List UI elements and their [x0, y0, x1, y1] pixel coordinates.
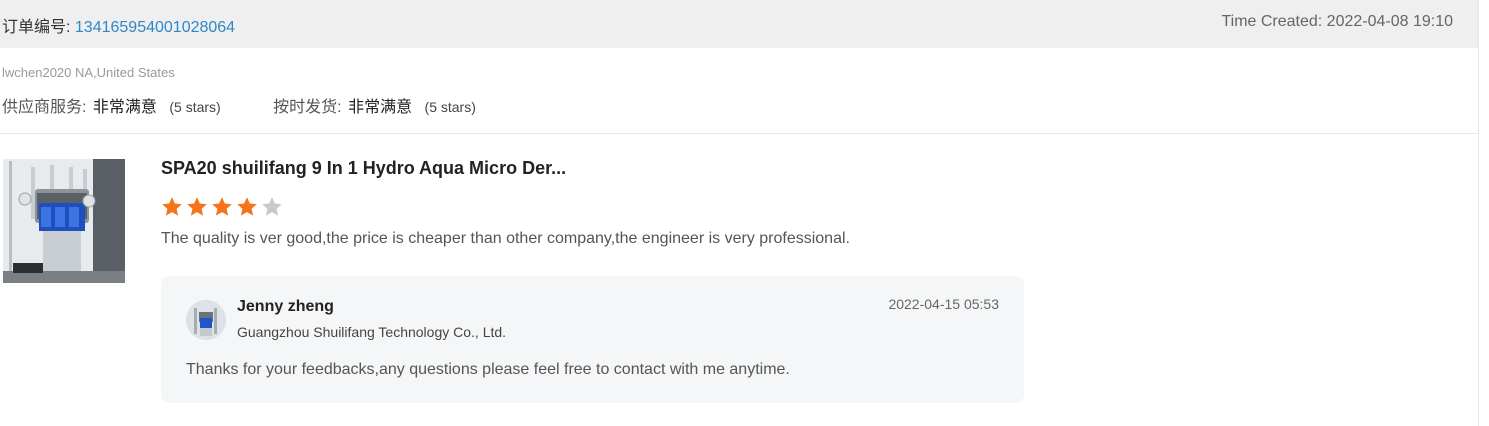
time-created: Time Created: 2022-04-08 19:10	[1221, 13, 1453, 30]
review-text: The quality is ver good,the price is che…	[161, 230, 850, 247]
product-thumbnail[interactable]	[3, 159, 125, 283]
divider	[0, 133, 1478, 134]
rating-stars-text: (5 stars)	[169, 99, 221, 115]
order-number-link[interactable]: 134165954001028064	[75, 19, 235, 36]
reply-company: Guangzhou Shuilifang Technology Co., Ltd…	[237, 324, 507, 340]
star-icon	[212, 197, 232, 216]
supplier-reply: Jenny zheng Guangzhou Shuilifang Technol…	[161, 276, 1024, 403]
star-icon	[237, 197, 257, 216]
avatar-image	[186, 300, 226, 340]
order-id: 订单编号: 134165954001028064	[2, 13, 235, 37]
product-rating-stars	[160, 195, 284, 219]
rating-on-time-delivery: 按时发货: 非常满意 (5 stars)	[273, 93, 476, 117]
buyer-info: lwchen2020 NA,United States	[2, 65, 175, 80]
rating-supplier-service: 供应商服务: 非常满意 (5 stars)	[2, 93, 221, 117]
order-id-label: 订单编号:	[2, 19, 75, 36]
product-image	[3, 159, 125, 283]
supplier-ratings: 供应商服务: 非常满意 (5 stars) 按时发货: 非常满意 (5 star…	[2, 93, 524, 117]
star-icon	[262, 197, 282, 216]
rating-label: 供应商服务:	[2, 99, 87, 116]
rating-label: 按时发货:	[273, 99, 342, 116]
order-header: 订单编号: 134165954001028064 Time Created: 2…	[0, 0, 1478, 48]
product-title-link[interactable]: SPA20 shuilifang 9 In 1 Hydro Aqua Micro…	[161, 158, 566, 179]
avatar	[186, 300, 226, 340]
rating-value: 非常满意	[92, 99, 157, 116]
star-icon	[187, 197, 207, 216]
reply-date: 2022-04-15 05:53	[888, 296, 999, 312]
rating-value: 非常满意	[348, 99, 413, 116]
reply-author-name: Jenny zheng	[237, 298, 334, 315]
reply-text: Thanks for your feedbacks,any questions …	[186, 361, 790, 378]
star-icon	[162, 197, 182, 216]
rating-stars-text: (5 stars)	[424, 99, 476, 115]
review-card: 订单编号: 134165954001028064 Time Created: 2…	[0, 0, 1479, 426]
